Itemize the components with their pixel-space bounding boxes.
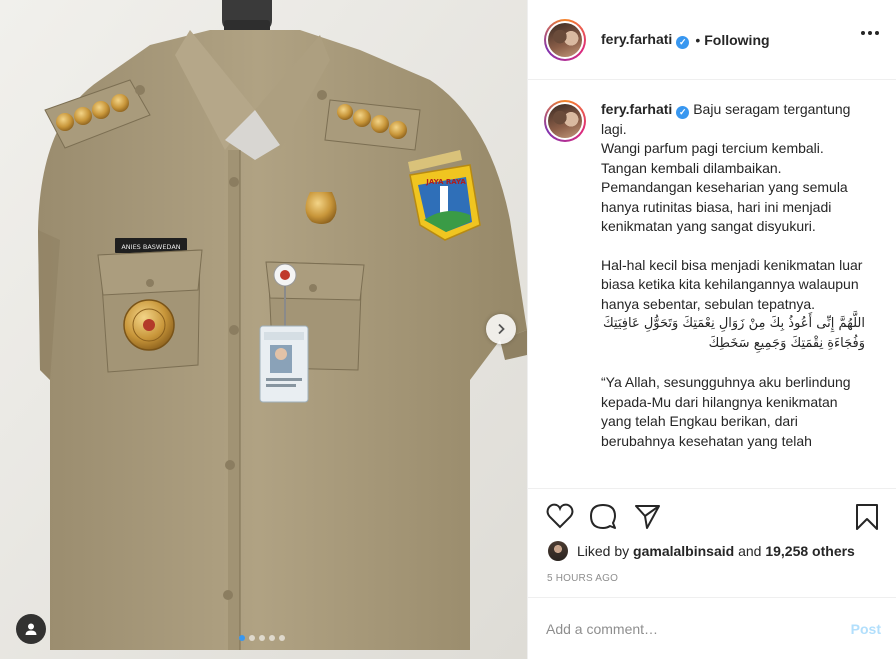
carousel-dot-active: [239, 635, 245, 641]
avatar[interactable]: [544, 18, 586, 61]
comment-input[interactable]: [546, 620, 851, 637]
post-header: fery.farhati ✓ • Following: [528, 0, 896, 80]
likes-count-link[interactable]: 19,258 others: [765, 543, 855, 559]
uniform-shirt-photo: JAYA RAYA ANIES BASWEDAN: [0, 0, 527, 659]
likes-prefix: Liked by: [577, 543, 630, 559]
comment-bar: Post: [528, 597, 896, 659]
carousel-dot: [269, 635, 275, 641]
patch-text: JAYA RAYA: [425, 178, 466, 186]
following-button[interactable]: Following: [704, 32, 769, 48]
caption: fery.farhati ✓ Baju seragam tergantung la…: [544, 100, 881, 451]
avatar-image: [548, 22, 582, 57]
post-panel: fery.farhati ✓ • Following fery.farhati ✓ …: [527, 0, 896, 659]
caption-section[interactable]: fery.farhati ✓ Baju seragam tergantung la…: [528, 80, 896, 488]
carousel-indicator: [239, 635, 285, 641]
likes-connector: and: [738, 543, 762, 559]
action-bar: [528, 488, 896, 544]
name-badge-text: ANIES BASWEDAN: [121, 243, 180, 251]
carousel-dot: [259, 635, 265, 641]
post-timestamp[interactable]: 5 HOURS AGO: [547, 573, 618, 584]
verified-badge-icon: ✓: [676, 35, 690, 49]
separator-dot: •: [695, 31, 701, 48]
post-media[interactable]: JAYA RAYA ANIES BASWEDAN: [0, 0, 527, 659]
caption-username[interactable]: fery.farhati: [601, 101, 672, 117]
verified-badge-icon: ✓: [676, 106, 690, 120]
comment-icon[interactable]: [589, 503, 617, 531]
tagged-users-button[interactable]: [16, 614, 46, 644]
caption-line: Tangan kembali dilambaikan.: [601, 159, 782, 176]
chevron-right-icon: [498, 323, 505, 335]
caption-line: Wangi parfum pagi tercium kembali.: [601, 140, 824, 156]
carousel-dot: [279, 635, 285, 641]
likes-summary: Liked by gamalalbinsaid and 19,258 other…: [548, 541, 855, 561]
caption-line: Pemandangan keseharian yang semula hanya…: [601, 179, 848, 234]
bookmark-icon[interactable]: [855, 503, 879, 531]
post-comment-button[interactable]: Post: [851, 621, 881, 637]
liker-avatar[interactable]: [548, 541, 568, 561]
more-options-icon[interactable]: [861, 31, 879, 35]
liker-username[interactable]: gamalalbinsaid: [633, 543, 734, 559]
caption-paragraph: Hal-hal kecil bisa menjadi kenikmatan lu…: [601, 256, 863, 312]
user-tag-icon: [25, 623, 37, 635]
caption-text: fery.farhati ✓ Baju seragam tergantung la…: [601, 100, 865, 451]
carousel-dot: [249, 635, 255, 641]
caption-arabic-prayer: اللَّهُمَّ إِنِّى أَعُوذُ بِكَ مِنْ زَوَ…: [602, 316, 865, 351]
caption-translation: “Ya Allah, sesungguhnya aku berlindung k…: [601, 374, 851, 449]
caption-avatar[interactable]: [544, 100, 586, 142]
post-username[interactable]: fery.farhati ✓: [601, 31, 690, 49]
next-image-button[interactable]: [486, 314, 516, 344]
heart-icon[interactable]: [546, 503, 574, 529]
share-icon[interactable]: [634, 503, 661, 530]
